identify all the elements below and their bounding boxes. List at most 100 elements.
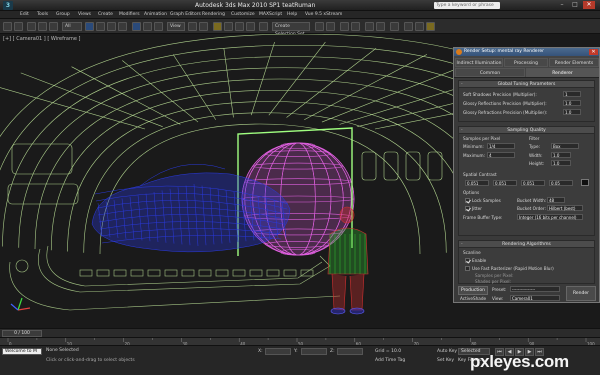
tab-common[interactable]: Common (455, 68, 525, 77)
soft-shadows-spinner[interactable]: 1 (563, 91, 581, 97)
contrast-a-spinner[interactable]: 0.05 (549, 180, 573, 186)
selection-filter-dropdown[interactable]: All (62, 22, 82, 31)
snaps-toggle-icon[interactable] (213, 22, 222, 31)
app-logo-icon[interactable]: 3 (3, 1, 13, 10)
menu-animation[interactable]: Animation (144, 12, 167, 17)
menu-help[interactable]: Help (287, 12, 297, 17)
percent-snap-icon[interactable] (235, 22, 244, 31)
graphite-ribbon-icon[interactable] (351, 22, 360, 31)
view-dropdown[interactable]: Camera01 (510, 295, 560, 301)
tab-indirect-illumination[interactable]: Indirect Illumination (455, 58, 503, 67)
angle-snap-icon[interactable] (224, 22, 233, 31)
redo-icon[interactable] (14, 22, 23, 31)
menu-rendering[interactable]: Rendering (202, 12, 225, 17)
select-by-name-icon[interactable] (96, 22, 105, 31)
global-tuning-header[interactable]: - Global Tuning Parameters (459, 81, 594, 88)
close-button[interactable]: ✕ (583, 1, 595, 9)
glossy-refractions-spinner[interactable]: 1.0 (563, 109, 581, 115)
named-selection-dropdown[interactable]: Create Selection Set (272, 22, 310, 37)
tab-render-elements[interactable]: Render Elements (549, 58, 599, 67)
reference-coordinate-dropdown[interactable]: View (167, 22, 185, 31)
filter-width-spinner[interactable]: 1.0 (551, 152, 571, 158)
render-setup-icon[interactable] (404, 22, 413, 31)
link-icon[interactable] (27, 22, 36, 31)
menu-edit[interactable]: Edit (20, 12, 29, 17)
mirror-icon[interactable] (315, 22, 324, 31)
scale-icon[interactable] (154, 22, 163, 31)
render-production-icon[interactable] (426, 22, 435, 31)
filter-type-dropdown[interactable]: Box (551, 143, 579, 149)
bucket-width-spinner[interactable]: 48 (547, 197, 565, 203)
z-coordinate-field[interactable] (337, 348, 363, 355)
maxscript-listener[interactable]: Welcome to M (2, 348, 42, 355)
undo-icon[interactable] (3, 22, 12, 31)
minimum-dropdown[interactable]: 1/4 (487, 143, 515, 149)
viewport-label[interactable]: [+] [ Camera01 ] [ Wireframe ] (3, 36, 81, 42)
contrast-b-spinner[interactable]: 0.051 (521, 180, 545, 186)
fast-rasterizer-checkbox[interactable] (465, 266, 470, 271)
schematic-view-icon[interactable] (376, 22, 385, 31)
contrast-r-spinner[interactable]: 0.051 (465, 180, 489, 186)
production-mode-dropdown[interactable]: Production (458, 286, 488, 295)
jitter-checkbox[interactable] (465, 206, 470, 211)
move-icon[interactable] (132, 22, 141, 31)
rendered-frame-window-icon[interactable] (415, 22, 424, 31)
tab-processing[interactable]: Processing (504, 58, 548, 67)
menu-group[interactable]: Group (56, 12, 70, 17)
contrast-g-spinner[interactable]: 0.051 (493, 180, 517, 186)
sampling-quality-header[interactable]: - Sampling Quality (459, 127, 594, 134)
maximize-button[interactable]: □ (569, 1, 581, 9)
menu-maxscript[interactable]: MAXScript (259, 12, 282, 17)
bind-space-warp-icon[interactable] (49, 22, 58, 31)
dialog-close-button[interactable]: ✕ (589, 49, 598, 55)
search-input[interactable]: Type a keyword or phrase (434, 2, 500, 9)
rotate-icon[interactable] (143, 22, 152, 31)
glossy-reflections-label: Glossy Reflections Precision (Multiplier… (463, 101, 547, 106)
add-time-tag[interactable]: Add Time Tag (375, 358, 405, 363)
menu-create[interactable]: Create (98, 12, 113, 17)
menu-tools[interactable]: Tools (37, 12, 48, 17)
auto-key-button[interactable]: Auto Key (437, 349, 457, 354)
spatial-contrast-label: Spatial Contrast (463, 172, 497, 177)
pivot-center-icon[interactable] (188, 22, 197, 31)
edit-named-selection-icon[interactable] (259, 22, 268, 31)
scanline-enable-checkbox[interactable] (465, 258, 470, 263)
maximum-dropdown[interactable]: 4 (487, 152, 515, 158)
time-slider[interactable]: 0 / 100 (0, 328, 600, 337)
render-button[interactable]: Render (566, 286, 596, 301)
curve-editor-icon[interactable] (365, 22, 374, 31)
rendering-algorithms-header[interactable]: - Rendering Algorithms (459, 241, 594, 248)
lock-samples-checkbox[interactable] (465, 198, 470, 203)
window-crossing-icon[interactable] (118, 22, 127, 31)
bucket-order-dropdown[interactable]: Hilbert (best) (547, 205, 583, 211)
track-bar[interactable]: 0 10 20 30 40 50 60 70 80 90 100 (0, 337, 600, 347)
select-object-icon[interactable] (85, 22, 94, 31)
menu-graph-editors[interactable]: Graph Editors (170, 12, 201, 17)
x-coordinate-field[interactable] (265, 348, 291, 355)
glossy-reflections-spinner[interactable]: 1.0 (563, 100, 581, 106)
spinner-snap-icon[interactable] (246, 22, 255, 31)
layer-manager-icon[interactable] (340, 22, 349, 31)
menu-vue-xstream[interactable]: Vue 9.5 xStream (305, 12, 342, 17)
menu-bar: Edit Tools Group Views Create Modifiers … (0, 11, 600, 19)
frame-counter[interactable]: 0 / 100 (2, 330, 42, 337)
render-setup-dialog: Render Setup: mental ray Renderer ✕ Indi… (453, 47, 600, 303)
unlink-icon[interactable] (38, 22, 47, 31)
select-manipulate-icon[interactable] (199, 22, 208, 31)
align-icon[interactable] (326, 22, 335, 31)
filter-height-spinner[interactable]: 1.0 (551, 160, 571, 166)
region-select-icon[interactable] (107, 22, 116, 31)
menu-views[interactable]: Views (78, 12, 91, 17)
preset-dropdown[interactable]: ---------------- (510, 286, 560, 292)
material-editor-icon[interactable] (390, 22, 399, 31)
y-coordinate-field[interactable] (301, 348, 327, 355)
dialog-title-bar[interactable]: Render Setup: mental ray Renderer ✕ (454, 48, 599, 56)
set-key-button[interactable]: Set Key (437, 358, 454, 363)
frame-buffer-dropdown[interactable]: Integer (16 bits per channel) (517, 214, 583, 220)
menu-customize[interactable]: Customize (231, 12, 255, 17)
contrast-color-swatch[interactable] (581, 179, 589, 186)
tab-renderer[interactable]: Renderer (526, 68, 599, 77)
minimize-button[interactable]: – (556, 1, 568, 9)
menu-modifiers[interactable]: Modifiers (119, 12, 140, 17)
z-label: Z: (330, 349, 335, 354)
